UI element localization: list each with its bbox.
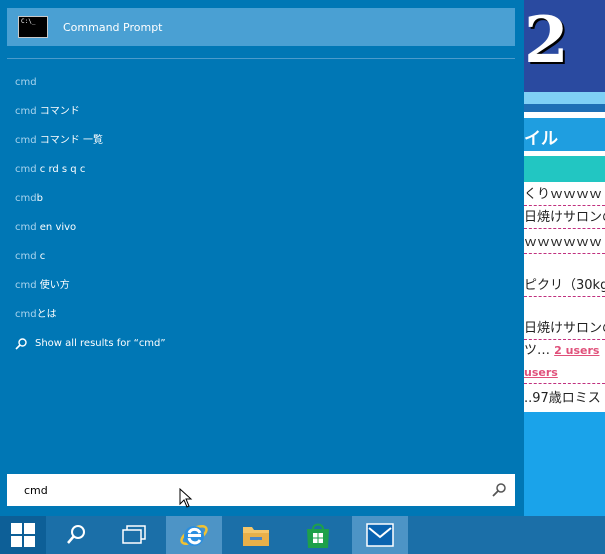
suggestion-rest: en vivo (36, 222, 77, 233)
article-line[interactable]: ピクリ（30kg) (524, 275, 605, 297)
banner-stripe-dark (524, 104, 605, 112)
suggestion-item[interactable]: cmd en vivo (0, 213, 524, 242)
suggestion-item[interactable]: cmd c (0, 242, 524, 271)
background-footer (524, 412, 605, 516)
suggestion-rest: とは (36, 309, 57, 320)
suggestion-query: cmd (15, 193, 37, 204)
article-line[interactable]: 日焼けサロンの (524, 207, 605, 229)
suggestion-item[interactable]: cmd c rd s q c (0, 155, 524, 184)
article-line[interactable]: くりｗｗｗｗ (524, 184, 605, 206)
suggestion-item[interactable]: cmdb (0, 184, 524, 213)
file-explorer-button[interactable] (228, 516, 284, 554)
suggestion-item[interactable]: cmd 使い方 (0, 271, 524, 300)
suggestion-rest: 使い方 (36, 280, 70, 291)
users-badge[interactable]: 2 users (554, 344, 599, 357)
suggestion-query: cmd (15, 164, 37, 175)
article-line[interactable]: ..97歳ロミス (524, 388, 605, 410)
article-line[interactable]: users (524, 362, 605, 384)
search-input[interactable] (24, 475, 484, 505)
store-icon (307, 523, 329, 548)
command-prompt-icon: C:\_ (18, 16, 48, 38)
top-result-command-prompt[interactable]: C:\_ Command Prompt (7, 8, 515, 46)
banner-stripe (524, 92, 605, 104)
top-result-label: Command Prompt (63, 20, 163, 34)
suggestion-rest: コマンド (36, 106, 80, 117)
suggestion-query: cmd (15, 106, 37, 117)
suggestion-query: cmd (15, 309, 37, 320)
internet-explorer-icon (180, 525, 208, 546)
search-box (7, 474, 515, 506)
article-line[interactable]: ツ… 2 users (524, 340, 605, 362)
taskbar-search-button[interactable] (52, 516, 100, 554)
banner-glyph: 2 (524, 3, 569, 78)
suggestion-item[interactable]: cmd (0, 68, 524, 97)
suggestion-rest: c rd s q c (36, 164, 86, 175)
background-webpage: 2 イル くりｗｗｗｗ 日焼けサロンの ｗｗｗｗｗｗ ピクリ（30kg) 日焼け… (524, 0, 605, 516)
taskbar (0, 516, 605, 554)
suggestion-rest: b (36, 193, 43, 204)
search-icon (67, 525, 85, 544)
suggestion-item[interactable]: cmd コマンド (0, 97, 524, 126)
users-badge[interactable]: users (524, 366, 558, 379)
suggestion-item[interactable]: cmd コマンド 一覧 (0, 126, 524, 155)
suggestion-rest: コマンド 一覧 (36, 135, 103, 146)
article-line-text: ツ… (524, 343, 551, 358)
suggestion-query: cmd (15, 280, 37, 291)
suggestion-query: cmd (15, 77, 37, 88)
show-all-label: Show all results for “cmd” (35, 338, 166, 349)
mouse-cursor-icon (179, 488, 193, 508)
windows-logo-icon (11, 523, 35, 547)
store-button[interactable] (290, 516, 346, 554)
section-title: イル (524, 115, 605, 151)
suggestion-rest: c (36, 251, 46, 262)
suggestion-query: cmd (15, 251, 37, 262)
internet-explorer-button[interactable] (166, 516, 222, 554)
divider (7, 58, 515, 59)
suggestion-query: cmd (15, 135, 37, 146)
suggestion-item[interactable]: cmdとは (0, 300, 524, 329)
start-search-panel: C:\_ Command Prompt cmd cmd コマンド cmd コマン… (0, 0, 524, 516)
article-line[interactable]: 日焼けサロンの (524, 318, 605, 340)
suggestion-query: cmd (15, 222, 37, 233)
show-all-results-link[interactable]: Show all results for “cmd” (0, 329, 524, 358)
web-suggestions: cmd cmd コマンド cmd コマンド 一覧 cmd c rd s q c … (0, 68, 524, 358)
mail-button[interactable] (352, 516, 408, 554)
teal-bar (524, 156, 605, 182)
start-button[interactable] (0, 516, 46, 554)
search-icon[interactable] (491, 482, 507, 498)
task-view-icon (122, 525, 146, 544)
command-prompt-icon-text: C:\_ (21, 18, 36, 25)
mail-icon (366, 523, 394, 547)
search-icon (15, 337, 27, 350)
article-line[interactable]: ｗｗｗｗｗｗ (524, 232, 605, 254)
folder-icon (243, 527, 269, 546)
task-view-button[interactable] (108, 516, 160, 554)
background-banner: 2 (524, 0, 605, 92)
